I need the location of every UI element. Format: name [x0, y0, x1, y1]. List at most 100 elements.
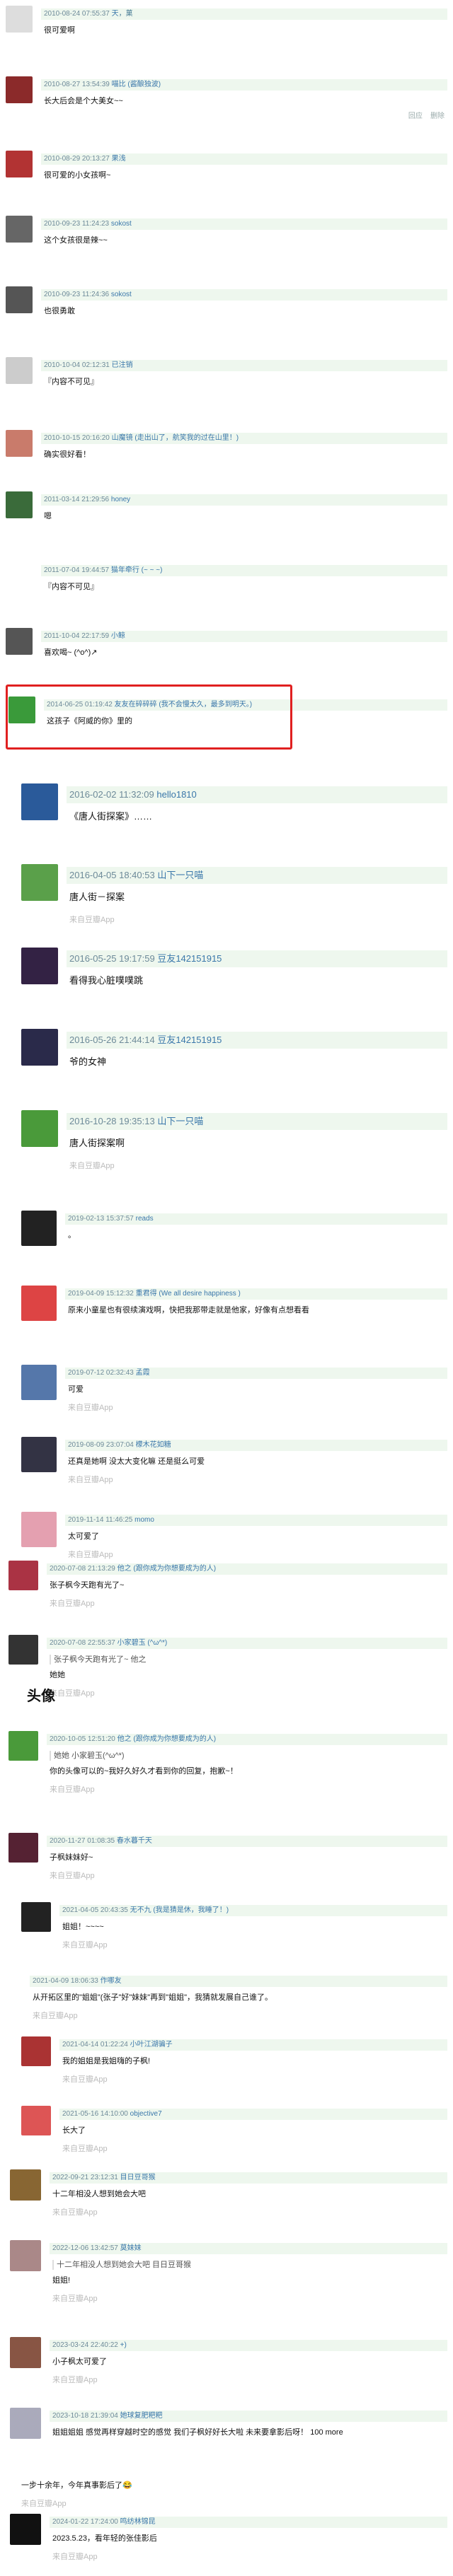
comment-user[interactable]: 鸣纺林锦昆	[120, 2518, 156, 2526]
comment-user[interactable]: 他之 (跟你成为你想要成为的人)	[117, 1735, 216, 1743]
avatar[interactable]	[10, 2514, 41, 2545]
comment-user[interactable]: 她球复肥粑粑	[120, 2412, 163, 2420]
avatar[interactable]	[6, 151, 33, 177]
comment-user[interactable]: hello1810	[156, 789, 196, 800]
comment-user[interactable]: 山魔镜 (走出山了，航笑我的过在山里！)	[112, 434, 239, 442]
comment-user[interactable]: 豆友142151915	[157, 1035, 222, 1045]
comment-user[interactable]: objective7	[130, 2110, 162, 2118]
comment-header: 2024-01-22 17:24:00 鸣纺林锦昆	[50, 2517, 447, 2528]
comment-user[interactable]: momo	[134, 1516, 154, 1524]
comment-user[interactable]: 已注销	[112, 361, 133, 369]
avatar[interactable]	[8, 1731, 38, 1761]
comment-header: 2021-04-09 18:06:33 作哪友	[30, 1976, 447, 1987]
comment-user[interactable]: reads	[136, 1215, 154, 1223]
avatar[interactable]	[10, 2169, 41, 2201]
comment-user[interactable]: 无不九 (我是猜是休，我睡了！)	[130, 1906, 229, 1914]
comment-time: 2023-10-18 21:39:04	[52, 2412, 120, 2420]
comment-header: 2021-04-05 20:43:35 无不九 (我是猜是休，我睡了！)	[59, 1905, 447, 1916]
comment-user[interactable]: 檬木花如糖	[136, 1441, 171, 1449]
comment-header: 2016-05-26 21:44:14 豆友142151915	[67, 1032, 447, 1049]
delete-link[interactable]: 删除	[430, 112, 445, 120]
avatar[interactable]	[21, 1902, 51, 1932]
avatar[interactable]	[6, 357, 33, 384]
avatar[interactable]	[21, 1512, 57, 1547]
reply-link[interactable]: 回应	[408, 112, 423, 120]
comment-user[interactable]: 小鲸	[111, 632, 125, 640]
comment-time: 2010-08-27 13:54:39	[44, 81, 112, 88]
comment-header: 2010-09-23 11:24:36 sokost	[41, 289, 447, 301]
comment-user[interactable]: 山下一只喵	[157, 1116, 203, 1126]
comment-user[interactable]: 喵比 (酱酿独波)	[112, 81, 161, 88]
comment-time: 2019-11-14 11:46:25	[68, 1516, 135, 1524]
comment-text: 长大后会是个大美女~~	[44, 97, 123, 105]
comment-source: 来自豆瓣App	[68, 1404, 113, 1412]
comment-header: 2019-08-09 23:07:04 檬木花如糖	[65, 1440, 447, 1451]
comment-user[interactable]: sokost	[111, 291, 132, 298]
comment-source: 来自豆瓣App	[68, 1476, 113, 1484]
comment-header: 2016-10-28 19:35:13 山下一只喵	[67, 1113, 447, 1130]
avatar[interactable]	[10, 2408, 41, 2439]
comment-source: 来自豆瓣App	[69, 1162, 115, 1170]
comment-user[interactable]: 目日豆哥猴	[120, 2174, 156, 2181]
comment-text: 很可爱的小女孩啊~	[44, 171, 111, 180]
comment-user[interactable]: 他之 (跟你成为你想要成为的人)	[117, 1565, 216, 1573]
avatar[interactable]	[6, 216, 33, 243]
avatar[interactable]	[21, 1365, 57, 1400]
comment-user[interactable]: 山下一只喵	[157, 870, 203, 880]
avatar[interactable]	[21, 864, 58, 901]
avatar[interactable]	[6, 491, 33, 518]
comment-header: 2011-03-14 21:29:56 honey	[41, 494, 447, 506]
comment-header: 2010-08-27 13:54:39 喵比 (酱酿独波)	[41, 79, 447, 91]
avatar[interactable]	[6, 6, 33, 33]
avatar[interactable]	[6, 286, 33, 313]
section-title: 头像	[27, 1687, 55, 1704]
comment-text: 原来小童星也有很续演戏啊，快把我那带走就是他家，好像有点想看看	[68, 1306, 309, 1315]
avatar[interactable]	[10, 2240, 41, 2271]
comment-header: 2016-04-05 18:40:53 山下一只喵	[67, 867, 447, 884]
comment-user[interactable]: 莫妹妹	[120, 2244, 142, 2252]
avatar[interactable]	[21, 1029, 58, 1066]
quoted-reply: 她她 小家碧玉(^ω^*)	[50, 1751, 125, 1761]
comment-user[interactable]: honey	[111, 496, 130, 503]
avatar[interactable]	[21, 2036, 51, 2066]
comment-user[interactable]: 果浅	[112, 155, 126, 163]
comment-user[interactable]: 作哪友	[101, 1977, 122, 1985]
avatar[interactable]	[21, 1286, 57, 1321]
avatar[interactable]	[8, 1561, 38, 1590]
comment-text: 确实很好看！	[44, 450, 91, 459]
avatar[interactable]	[8, 1833, 38, 1863]
comment-header: 2019-04-09 15:12:32 重君得 (We all desire h…	[65, 1288, 447, 1300]
avatar[interactable]	[21, 1110, 58, 1147]
comment-text: 姐姐姐姐 感觉再样穿越时空的感觉 我们子枫好好长大啦 未来要拿影后呀！ 100 …	[52, 2428, 343, 2437]
avatar[interactable]	[21, 2106, 51, 2135]
comment-source: 来自豆瓣App	[52, 2295, 98, 2303]
avatar[interactable]	[6, 430, 33, 457]
comment-user[interactable]: 小叶江湖骗子	[130, 2041, 173, 2048]
avatar[interactable]	[21, 1437, 57, 1472]
comment-user[interactable]: sokost	[111, 220, 132, 228]
comment-source: 来自豆瓣App	[50, 1599, 95, 1608]
comment-user[interactable]: 猫年牵行 (~ ~ ~)	[111, 566, 163, 574]
comment-user[interactable]: 豆友142151915	[157, 953, 222, 964]
comment-text: 太可爱了	[68, 1532, 99, 1541]
avatar[interactable]	[21, 948, 58, 984]
comment-time: 2024-01-22 17:24:00	[52, 2518, 120, 2526]
avatar[interactable]	[8, 1635, 38, 1665]
avatar[interactable]	[6, 76, 33, 103]
comment-text: 子枫妹妹好~	[50, 1853, 93, 1862]
comment-source: 来自豆瓣App	[21, 2500, 67, 2508]
comment-user[interactable]: +)	[120, 2341, 127, 2349]
comment-user[interactable]: 天	[112, 10, 119, 18]
comment-user[interactable]: 小家碧玉 (^ω^*)	[117, 1639, 168, 1647]
comment-user[interactable]: 重君得 (We all desire happiness )	[136, 1290, 241, 1298]
comment-source: 来自豆瓣App	[68, 1551, 113, 1559]
avatar[interactable]	[10, 2337, 41, 2368]
avatar[interactable]	[6, 562, 33, 589]
comment-user[interactable]: 孟霞	[136, 1369, 150, 1377]
avatar[interactable]	[6, 628, 33, 655]
comment-user[interactable]: 春水暮千天	[117, 1837, 152, 1845]
avatar[interactable]	[21, 1211, 57, 1246]
comment-time: 2019-02-13 15:37:57	[68, 1215, 136, 1223]
avatar[interactable]	[21, 783, 58, 820]
comment-header: 2023-10-18 21:39:04 她球复肥粑粑	[50, 2411, 447, 2422]
